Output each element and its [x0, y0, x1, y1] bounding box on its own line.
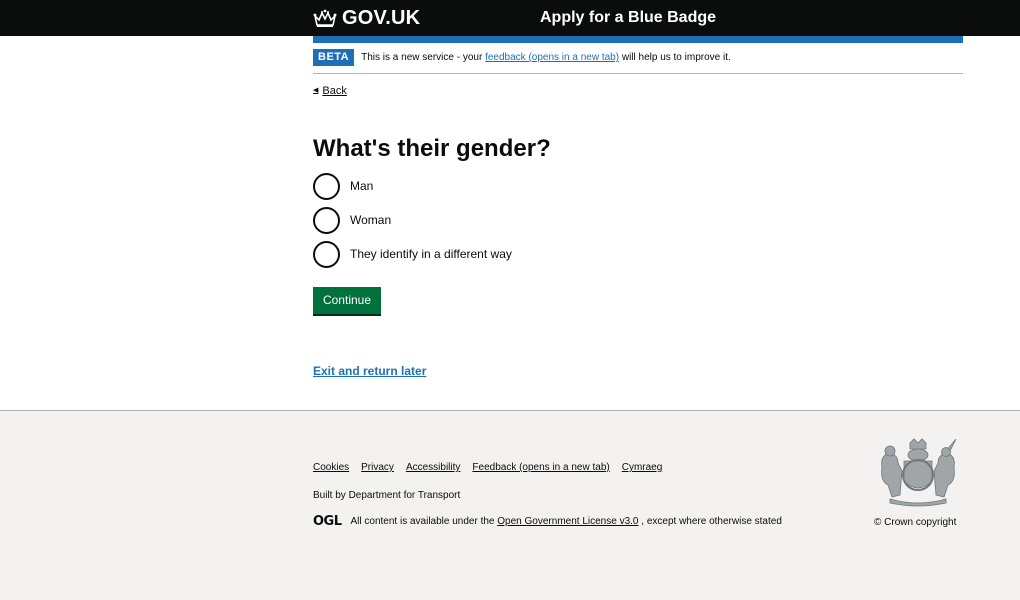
royal-coat-of-arms-icon: [881, 438, 957, 507]
footer-link-privacy[interactable]: Privacy: [361, 461, 394, 474]
licence-text-after: , except where otherwise stated: [641, 516, 782, 527]
site-footer: Cookies Privacy Accessibility Feedback (…: [0, 410, 1020, 600]
header-accent-bar: [313, 36, 963, 43]
radio-label: They identify in a different way: [350, 247, 512, 261]
site-header: GOV.UK Apply for a Blue Badge: [0, 0, 1020, 36]
radio-option-man[interactable]: Man: [313, 172, 512, 200]
beta-tag: BETA: [313, 49, 355, 66]
radio-button[interactable]: [313, 206, 340, 234]
footer-link-feedback[interactable]: Feedback (opens in a new tab): [472, 461, 609, 474]
footer-link-accessibility[interactable]: Accessibility: [406, 461, 460, 474]
radio-option-different[interactable]: They identify in a different way: [313, 240, 512, 268]
phase-text-before: This is a new service - your: [361, 52, 483, 63]
crown-copyright: © Crown copyright: [874, 517, 957, 528]
phase-text-after: will help us to improve it.: [621, 52, 731, 63]
chevron-left-icon: ◀: [313, 87, 319, 94]
open-government-licence-link[interactable]: Open Government License v3.0: [497, 515, 638, 528]
radio-label: Man: [350, 179, 374, 193]
back-link-label: Back: [322, 85, 347, 97]
footer-links: Cookies Privacy Accessibility Feedback (…: [313, 461, 674, 474]
phase-banner-text: This is a new service - your feedback (o…: [361, 49, 731, 66]
page-title: What's their gender?: [313, 135, 551, 162]
radio-option-woman[interactable]: Woman: [313, 206, 512, 234]
feedback-link[interactable]: feedback (opens in a new tab): [485, 52, 619, 63]
radio-button[interactable]: [313, 240, 340, 268]
crown-icon: [313, 9, 337, 27]
radio-label: Woman: [350, 213, 392, 227]
continue-button[interactable]: Continue: [313, 287, 381, 314]
ogl-logo-icon: OGL: [313, 514, 342, 529]
built-by-text: Built by Department for Transport: [313, 490, 461, 501]
licence-text-before: All content is available under the: [350, 516, 495, 527]
gender-radio-group: Man Woman They identify in a different w…: [313, 172, 512, 274]
exit-and-return-later-link[interactable]: Exit and return later: [313, 364, 426, 379]
service-name-link[interactable]: Apply for a Blue Badge: [540, 8, 716, 28]
govuk-logo-link[interactable]: GOV.UK: [313, 7, 420, 29]
licence-statement: OGL All content is available under the O…: [313, 515, 782, 528]
phase-banner: BETA This is a new service - your feedba…: [313, 49, 963, 74]
radio-button[interactable]: [313, 172, 340, 200]
footer-link-cymraeg[interactable]: Cymraeg: [622, 461, 663, 474]
footer-link-cookies[interactable]: Cookies: [313, 461, 349, 474]
logo-text: GOV.UK: [342, 7, 421, 29]
back-link[interactable]: ◀ Back: [313, 84, 347, 98]
